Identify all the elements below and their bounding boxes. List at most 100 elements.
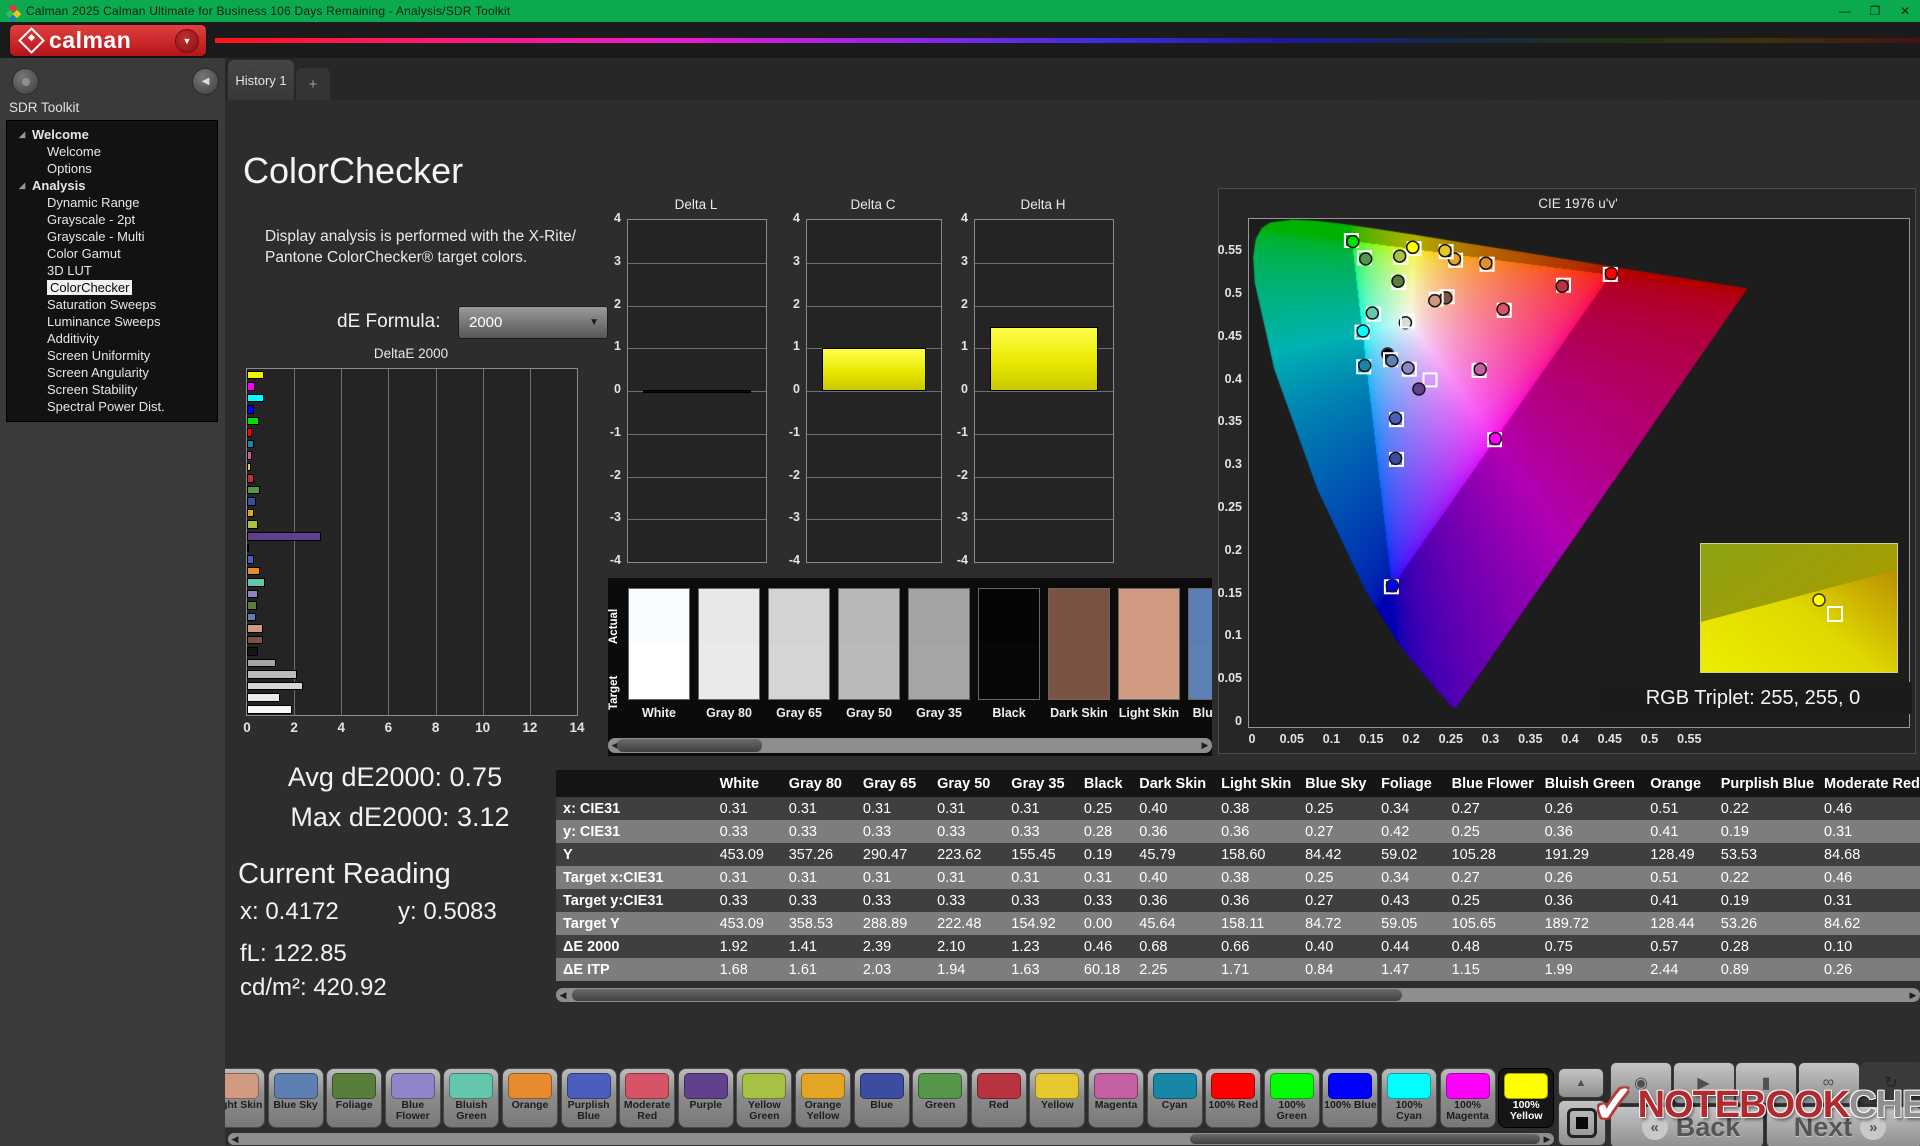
- table-cell: 0.51: [1643, 797, 1714, 820]
- patch-button-red[interactable]: Red: [970, 1068, 1027, 1128]
- patch-button-100-magenta[interactable]: 100% Magenta: [1439, 1068, 1496, 1128]
- sidebar-record-button[interactable]: [12, 68, 39, 95]
- close-button[interactable]: ✕: [1890, 0, 1920, 22]
- sidebar-item-luminance-sweeps[interactable]: Luminance Sweeps: [7, 313, 217, 330]
- sidebar-item-options[interactable]: Options: [7, 160, 217, 177]
- row-label: y: CIE31: [556, 820, 713, 843]
- patch-bar-scrollbar-thumb[interactable]: [1190, 1134, 1540, 1144]
- sidebar-item-spectral-power-dist[interactable]: Spectral Power Dist.: [7, 398, 217, 415]
- table-cell: 0.33: [1004, 820, 1077, 843]
- swatch-scrollbar[interactable]: ◀ ▶: [608, 738, 1212, 753]
- patch-button-purplish-blue[interactable]: Purplish Blue: [560, 1068, 617, 1128]
- table-cell: 1.23: [1004, 935, 1077, 958]
- maximize-button[interactable]: ❒: [1860, 0, 1890, 22]
- patch-button-yellow[interactable]: Yellow: [1029, 1068, 1086, 1128]
- calman-logo-button[interactable]: calman ▼: [10, 25, 206, 56]
- table-cell: 59.02: [1374, 843, 1445, 866]
- sidebar-item-screen-stability[interactable]: Screen Stability: [7, 381, 217, 398]
- table-cell: 1.71: [1214, 958, 1299, 981]
- patch-button-orange[interactable]: Orange: [502, 1068, 558, 1128]
- sidebar-item-screen-angularity[interactable]: Screen Angularity: [7, 364, 217, 381]
- minimize-button[interactable]: —: [1830, 0, 1860, 22]
- deltae-chart: [246, 368, 578, 716]
- sidebar-item-screen-uniformity[interactable]: Screen Uniformity: [7, 347, 217, 364]
- table-cell: 84.68: [1817, 843, 1920, 866]
- patch-button-100-blue[interactable]: 100% Blue: [1322, 1068, 1379, 1128]
- sidebar-item-3d-lut[interactable]: 3D LUT: [7, 262, 217, 279]
- table-cell: 0.43: [1374, 889, 1445, 912]
- table-cell: 191.29: [1537, 843, 1644, 866]
- sidebar-item-analysis[interactable]: ◢ Analysis: [7, 177, 217, 194]
- bar-black: [247, 647, 258, 656]
- patch-button-label: 100% Red: [1208, 1099, 1258, 1111]
- table-row-target-y: Target Y 453.09 358.53 288.89 222.48 154.92 0.…: [556, 912, 1920, 935]
- row-label: Target y:CIE31: [556, 889, 713, 912]
- add-tab-button[interactable]: +: [296, 68, 330, 100]
- delta-c-title: Delta C: [850, 197, 896, 212]
- patch-button-100-cyan[interactable]: 100% Cyan: [1381, 1068, 1437, 1128]
- cie-x-tick-label: 0.15: [1359, 732, 1384, 746]
- de-formula-select[interactable]: 2000 ▼: [458, 306, 608, 339]
- patch-button-blue-sky[interactable]: Blue Sky: [267, 1068, 324, 1128]
- patch-button-yellow-green[interactable]: Yellow Green: [736, 1068, 793, 1128]
- scroll-left-icon[interactable]: ◀: [556, 988, 570, 1002]
- patch-bar-scrollbar[interactable]: ◀ ▶: [228, 1133, 1554, 1145]
- patch-button-100-red[interactable]: 100% Red: [1205, 1068, 1262, 1128]
- patch-button-100-green[interactable]: 100% Green: [1263, 1068, 1320, 1128]
- sidebar-item-color-gamut[interactable]: Color Gamut: [7, 245, 217, 262]
- table-scrollbar[interactable]: ◀ ▶: [556, 988, 1920, 1002]
- table-scrollbar-thumb[interactable]: [572, 989, 1402, 1001]
- bar-gray-35: [247, 658, 276, 668]
- target-row-label: Target: [608, 675, 620, 710]
- patch-button-100-yellow[interactable]: 100% Yellow: [1498, 1068, 1555, 1128]
- column-header-gray-65: Gray 65: [855, 770, 931, 797]
- swatch-scrollbar-thumb[interactable]: [617, 739, 762, 752]
- patch-button-green[interactable]: Green: [912, 1068, 969, 1128]
- patch-button-moderate-red[interactable]: Moderate Red: [619, 1068, 676, 1128]
- patch-button-foliage[interactable]: Foliage: [326, 1068, 383, 1128]
- sidebar: ◀ SDR Toolkit ◢ Welcome Welcome Options ◢ Ana…: [0, 58, 225, 1146]
- swatch-target: [699, 644, 759, 699]
- sidebar-collapse-button[interactable]: ◀: [192, 68, 219, 95]
- table-cell: 128.49: [1643, 843, 1714, 866]
- patch-color: [1152, 1073, 1197, 1099]
- scroll-right-icon[interactable]: ▶: [1540, 1133, 1554, 1145]
- bar-delta-l: [643, 389, 751, 393]
- gridline: [628, 348, 766, 350]
- sidebar-item-additivity[interactable]: Additivity: [7, 330, 217, 347]
- patch-button-bluish-green[interactable]: Bluish Green: [443, 1068, 500, 1128]
- sidebar-item-welcome[interactable]: ◢ Welcome: [7, 126, 217, 143]
- swatch-gray-50: [838, 588, 900, 700]
- patch-button-purple[interactable]: Purple: [677, 1068, 734, 1128]
- sidebar-item-grayscale-multi[interactable]: Grayscale - Multi: [7, 228, 217, 245]
- sidebar-item-welcome[interactable]: Welcome: [7, 143, 217, 160]
- table-cell: 0.31: [930, 797, 1005, 820]
- y-tick-label: 0: [793, 382, 800, 396]
- patch-button-blue[interactable]: Blue: [853, 1068, 910, 1128]
- tab-history-1[interactable]: History 1: [228, 60, 294, 100]
- table-cell: 0.25: [1444, 820, 1538, 843]
- scroll-right-icon[interactable]: ▶: [1906, 988, 1920, 1002]
- scroll-right-icon[interactable]: ▶: [1198, 738, 1212, 753]
- sidebar-item-dynamic-range[interactable]: Dynamic Range: [7, 194, 217, 211]
- logo-menu-chevron-icon[interactable]: ▼: [175, 28, 199, 53]
- table-cell: 1.15: [1444, 958, 1538, 981]
- patch-button-blue-flower[interactable]: Blue Flower: [384, 1068, 441, 1128]
- table-cell: 0.10: [1817, 935, 1920, 958]
- patch-button-orange-yellow[interactable]: Orange Yellow: [795, 1068, 851, 1128]
- sidebar-item-label: Welcome: [47, 144, 101, 159]
- x-tick-label: 4: [337, 720, 346, 735]
- sidebar-item-colorchecker[interactable]: ColorChecker: [7, 279, 217, 296]
- table-header-row: White Gray 80 Gray 65 Gray 50 Gray 35 Black Da…: [556, 770, 1920, 797]
- table-cell: 0.33: [781, 820, 856, 843]
- patch-button-magenta[interactable]: Magenta: [1088, 1068, 1144, 1128]
- sidebar-item-grayscale-2pt[interactable]: Grayscale - 2pt: [7, 211, 217, 228]
- swatch-label: Gray 80: [706, 706, 752, 720]
- sidebar-item-saturation-sweeps[interactable]: Saturation Sweeps: [7, 296, 217, 313]
- gridline: [628, 476, 766, 478]
- max-de2000: Max dE2000: 3.12: [290, 802, 510, 832]
- table-cell: 0.19: [1713, 889, 1817, 912]
- patch-button-cyan[interactable]: Cyan: [1146, 1068, 1203, 1128]
- patch-button-label: Blue Flower: [395, 1099, 430, 1122]
- scroll-left-icon[interactable]: ◀: [228, 1133, 242, 1145]
